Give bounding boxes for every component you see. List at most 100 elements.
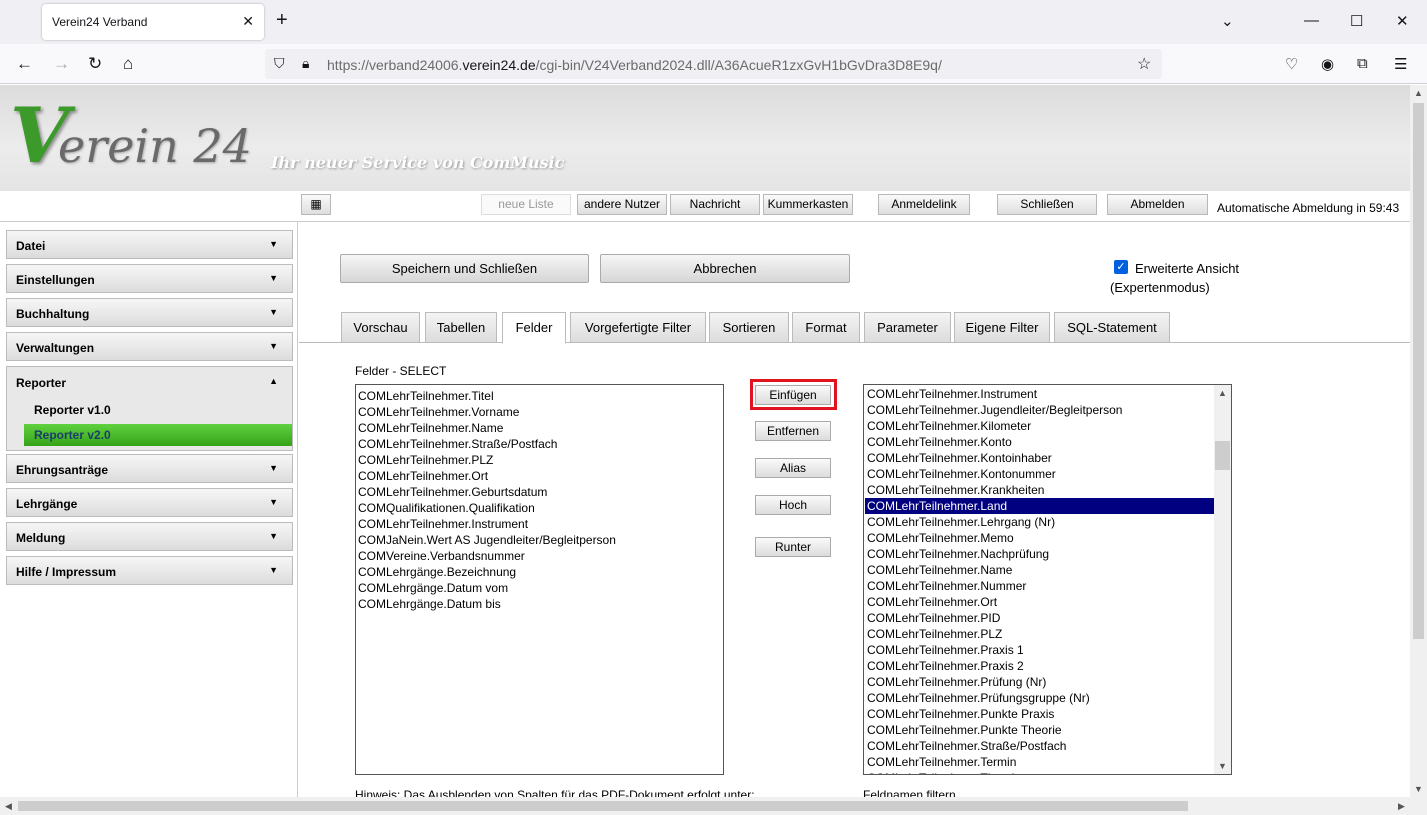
runter-button[interactable]: Runter xyxy=(755,537,831,557)
menu-icon[interactable]: ☰ xyxy=(1394,55,1407,73)
tab-sortieren[interactable]: Sortieren xyxy=(709,312,789,343)
extensions-icon[interactable]: ⧉ xyxy=(1357,55,1368,72)
list-item[interactable]: COMLehrTeilnehmer.Instrument xyxy=(865,386,1214,402)
list-item[interactable]: COMLehrTeilnehmer.Name xyxy=(865,562,1214,578)
window-close-icon[interactable]: ✕ xyxy=(1396,12,1409,30)
list-scrollbar-thumb[interactable] xyxy=(1215,441,1230,470)
back-icon[interactable]: ← xyxy=(16,54,33,74)
save-close-button[interactable]: Speichern und Schließen xyxy=(340,254,589,283)
scroll-down-icon[interactable]: ▼ xyxy=(1214,758,1231,774)
tab-vorgefertigte-filter[interactable]: Vorgefertigte Filter xyxy=(570,312,706,343)
tab-parameter[interactable]: Parameter xyxy=(864,312,951,343)
minimize-icon[interactable]: — xyxy=(1304,12,1319,29)
extended-view-checkbox[interactable]: ✓ xyxy=(1114,260,1128,274)
sidebar-item-datei[interactable]: Datei ▼ xyxy=(6,230,293,259)
bookmark-star-icon[interactable]: ☆ xyxy=(1137,54,1151,74)
reload-icon[interactable]: ↻ xyxy=(88,54,102,74)
list-item[interactable]: COMLehrTeilnehmer.Theorie xyxy=(865,770,1214,774)
list-item[interactable]: COMLehrTeilnehmer.Prüfung (Nr) xyxy=(865,674,1214,690)
kummerkasten-button[interactable]: Kummerkasten xyxy=(763,194,853,215)
alias-button[interactable]: Alias xyxy=(755,458,831,478)
sidebar-item-hilfe[interactable]: Hilfe / Impressum ▼ xyxy=(6,556,293,585)
abmelden-button[interactable]: Abmelden xyxy=(1107,194,1208,215)
sidebar-toggle-button[interactable]: ▦ xyxy=(301,194,331,215)
list-item[interactable]: COMLehrTeilnehmer.Jugendleiter/Begleitpe… xyxy=(865,402,1214,418)
account-icon[interactable]: ◉ xyxy=(1321,55,1334,73)
list-item[interactable]: COMLehrTeilnehmer.Konto xyxy=(865,434,1214,450)
tab-vorschau[interactable]: Vorschau xyxy=(341,312,420,343)
list-item[interactable]: COMLehrTeilnehmer.Name xyxy=(356,420,723,436)
sidebar-item-meldung[interactable]: Meldung ▼ xyxy=(6,522,293,551)
browser-tab[interactable]: Verein24 Verband ✕ xyxy=(42,4,264,40)
list-item[interactable]: COMLehrTeilnehmer.PLZ xyxy=(865,626,1214,642)
list-item[interactable]: COMLehrTeilnehmer.Krankheiten xyxy=(865,482,1214,498)
hoch-button[interactable]: Hoch xyxy=(755,495,831,515)
list-item[interactable]: COMLehrTeilnehmer.Kontoinhaber xyxy=(865,450,1214,466)
list-item[interactable]: COMLehrTeilnehmer.Geburtsdatum xyxy=(356,484,723,500)
schliessen-button[interactable]: Schließen xyxy=(997,194,1097,215)
list-item[interactable]: COMLehrTeilnehmer.Praxis 2 xyxy=(865,658,1214,674)
tab-sql-statement[interactable]: SQL-Statement xyxy=(1054,312,1170,343)
page-scroll-right-icon[interactable]: ▶ xyxy=(1393,797,1410,815)
neue-liste-button[interactable]: neue Liste xyxy=(481,194,571,215)
einfuegen-button[interactable]: Einfügen xyxy=(755,385,831,405)
list-item[interactable]: COMLehrTeilnehmer.Praxis 1 xyxy=(865,642,1214,658)
sidebar-item-lehrgaenge[interactable]: Lehrgänge ▼ xyxy=(6,488,293,517)
shield-icon[interactable]: ⛉ xyxy=(274,55,285,72)
list-item[interactable]: COMJaNein.Wert AS Jugendleiter/Begleitpe… xyxy=(356,532,723,548)
list-item[interactable]: COMLehrTeilnehmer.Ort xyxy=(356,468,723,484)
list-item[interactable]: COMLehrTeilnehmer.Straße/Postfach xyxy=(356,436,723,452)
list-item[interactable]: COMLehrTeilnehmer.Nummer xyxy=(865,578,1214,594)
page-horizontal-scrollbar[interactable]: ◀ ▶ xyxy=(0,797,1410,815)
close-tab-icon[interactable]: ✕ xyxy=(242,13,254,30)
list-item[interactable]: COMLehrTeilnehmer.Punkte Praxis xyxy=(865,706,1214,722)
pocket-icon[interactable]: ♡ xyxy=(1285,55,1298,73)
tab-felder[interactable]: Felder xyxy=(502,312,566,344)
list-item[interactable]: COMLehrTeilnehmer.Kontonummer xyxy=(865,466,1214,482)
page-scroll-up-icon[interactable]: ▲ xyxy=(1410,85,1427,101)
list-item[interactable]: COMQualifikationen.Qualifikation xyxy=(356,500,723,516)
page-scroll-left-icon[interactable]: ◀ xyxy=(0,797,17,815)
tab-format[interactable]: Format xyxy=(792,312,860,343)
url-bar[interactable]: ⛉ 🔒︎ https://verband24006.verein24.de/cg… xyxy=(265,49,1162,79)
list-item[interactable]: COMLehrTeilnehmer.Kilometer xyxy=(865,418,1214,434)
list-item[interactable]: COMVereine.Verbandsnummer xyxy=(356,548,723,564)
list-tabs-icon[interactable]: ⌄ xyxy=(1221,12,1234,30)
list-item[interactable]: COMLehrgänge.Datum bis xyxy=(356,596,723,612)
andere-nutzer-button[interactable]: andere Nutzer xyxy=(577,194,667,215)
list-item[interactable]: COMLehrTeilnehmer.Lehrgang (Nr) xyxy=(865,514,1214,530)
available-fields-list[interactable]: COMLehrTeilnehmer.Instrument COMLehrTeiln… xyxy=(863,384,1232,775)
list-item[interactable]: COMLehrgänge.Datum vom xyxy=(356,580,723,596)
list-item[interactable]: COMLehrTeilnehmer.Titel xyxy=(356,388,723,404)
sidebar-item-reporter[interactable]: Reporter ▲ Reporter v1.0 Reporter v2.0 xyxy=(6,366,293,451)
maximize-icon[interactable]: ☐ xyxy=(1350,12,1363,30)
anmeldelink-button[interactable]: Anmeldelink xyxy=(878,194,970,215)
forward-icon[interactable]: → xyxy=(53,54,70,74)
page-hscroll-thumb[interactable] xyxy=(18,801,1188,811)
lock-icon[interactable]: 🔒︎ xyxy=(302,55,309,72)
list-scrollbar[interactable]: ▲ ▼ xyxy=(1214,385,1231,774)
selected-fields-list[interactable]: COMLehrTeilnehmer.Titel COMLehrTeilnehmer… xyxy=(355,384,724,775)
nachricht-button[interactable]: Nachricht xyxy=(670,194,760,215)
list-item[interactable]: COMLehrTeilnehmer.Vorname xyxy=(356,404,723,420)
page-scroll-down-icon[interactable]: ▼ xyxy=(1410,781,1427,797)
sidebar-subitem-reporter-v1[interactable]: Reporter v1.0 xyxy=(24,399,292,421)
list-item[interactable]: COMLehrTeilnehmer.PID xyxy=(865,610,1214,626)
sidebar-item-einstellungen[interactable]: Einstellungen ▼ xyxy=(6,264,293,293)
list-item[interactable]: COMLehrTeilnehmer.PLZ xyxy=(356,452,723,468)
page-vscroll-thumb[interactable] xyxy=(1413,103,1424,639)
list-item[interactable]: COMLehrTeilnehmer.Instrument xyxy=(356,516,723,532)
sidebar-item-verwaltungen[interactable]: Verwaltungen ▼ xyxy=(6,332,293,361)
new-tab-icon[interactable]: + xyxy=(276,9,288,32)
cancel-button[interactable]: Abbrechen xyxy=(600,254,850,283)
list-item[interactable]: COMLehrgänge.Bezeichnung xyxy=(356,564,723,580)
list-item[interactable]: COMLehrTeilnehmer.Land xyxy=(865,498,1214,514)
list-item[interactable]: COMLehrTeilnehmer.Punkte Theorie xyxy=(865,722,1214,738)
home-icon[interactable]: ⌂ xyxy=(123,54,133,74)
sidebar-item-ehrungsantraege[interactable]: Ehrungsanträge ▼ xyxy=(6,454,293,483)
page-vertical-scrollbar[interactable]: ▲ ▼ xyxy=(1410,85,1427,797)
tab-tabellen[interactable]: Tabellen xyxy=(425,312,497,343)
tab-eigene-filter[interactable]: Eigene Filter xyxy=(954,312,1050,343)
sidebar-item-buchhaltung[interactable]: Buchhaltung ▼ xyxy=(6,298,293,327)
list-item[interactable]: COMLehrTeilnehmer.Termin xyxy=(865,754,1214,770)
